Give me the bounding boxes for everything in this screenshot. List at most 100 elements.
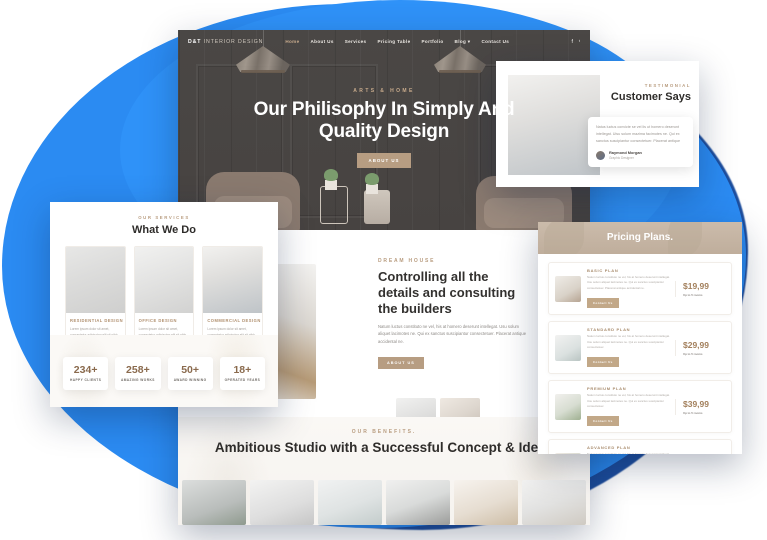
service-title: COMMERCIAL DESIGN [207,318,261,323]
plan-description: Natum luctus constituto ne vel, his at h… [587,334,670,349]
nav-item-contact-us[interactable]: Contact Us [481,39,509,45]
logo-secondary-text: INTERIOR DESIGN [203,39,264,45]
dream-heading: Controlling all the details and consulti… [378,269,528,317]
counter-value: 258+ [126,364,150,376]
services-eyebrow: OUR SERVICES [138,215,190,220]
counter-label: HAPPY CLIENTS [69,378,102,382]
services-screenshot: OUR SERVICES What We Do RESIDENTIAL DESI… [50,202,278,407]
testimonial-heading-block: TESTIMONIAL Customer Says [608,83,691,103]
testimonial-author-name: Raymond Morgan [609,150,642,156]
service-title: RESIDENTIAL DESIGN [70,318,124,323]
counters-section: 234+ HAPPY CLIENTS 258+ AMAZING WORKS 50… [50,335,278,407]
hero-section: D&T INTERIOR DESIGN Home About Us Servic… [178,30,590,230]
counter-card: 18+ OPERATED YEARS [219,357,265,390]
services-heading: What We Do [132,224,196,236]
pricing-plan-row[interactable]: STANDARD PLAN Natum luctus constituto ne… [548,321,732,375]
plan-name: STANDARD PLAN [587,327,631,333]
gallery-item[interactable] [454,480,518,525]
service-photo [134,247,194,313]
testimonial-author-role: Graphic Designer [609,156,634,161]
testimonial-eyebrow: TESTIMONIAL [644,83,691,88]
counter-value: 18+ [233,364,252,376]
counter-value: 50+ [181,364,200,376]
dream-house-block: DREAM HOUSE Controlling all the details … [378,258,528,370]
hero-eyebrow: ARTS & HOME [353,88,415,94]
nav-item-home[interactable]: Home [285,39,299,45]
plan-photo [555,452,581,454]
site-logo[interactable]: D&T INTERIOR DESIGN [188,39,263,45]
testimonial-heading: Customer Says [610,91,691,103]
plan-price: $29,99 [683,339,709,350]
plan-note: Up to 5 rooms [683,292,703,297]
pricing-plan-row[interactable]: PREMIUM PLAN Natum luctus constituto ne … [548,380,732,434]
plan-price: $19,99 [683,280,709,291]
dream-heading-line-3: the builders [378,300,452,316]
services-header: OUR SERVICES What We Do [50,202,278,236]
hero-heading-line-1: Our Philisophy In Simply And [253,99,515,120]
nav-item-about-us[interactable]: About Us [311,39,334,45]
benefits-eyebrow: OUR BENEFITS. [351,429,417,435]
social-links: f ᵗ [572,39,581,45]
pricing-title: Pricing Plans. [606,232,674,243]
gallery-item[interactable] [318,480,382,525]
plan-description: Natum luctus constituto ne vel, his at h… [587,393,670,408]
site-navbar: D&T INTERIOR DESIGN Home About Us Servic… [178,30,590,54]
composition-stage: D&T INTERIOR DESIGN Home About Us Servic… [0,0,767,540]
counter-label: OPERATED YEARS [224,378,261,382]
gallery-item[interactable] [250,480,314,525]
plan-description: Natum luctus constituto ne vel, his at h… [587,452,671,454]
counter-card: 258+ AMAZING WORKS [115,357,161,390]
facebook-icon[interactable]: f [572,39,573,45]
service-photo [203,247,263,313]
plan-contact-button[interactable]: Contact Us [587,416,619,427]
nav-item-blog[interactable]: Blog ▾ [455,39,471,45]
plan-contact-button[interactable]: Contact Us [587,298,619,309]
hero-copy: ARTS & HOME Our Philisophy In Simply And… [178,88,590,168]
testimonial-quote-card: Natus luctus convicte se vel lis ut home… [588,117,693,168]
pricing-plan-row[interactable]: ADVANCED PLAN Natum luctus constituto ne… [548,439,732,454]
plan-contact-button[interactable]: Contact Us [587,357,619,368]
plan-name: ADVANCED PLAN [587,445,631,451]
counter-card: 234+ HAPPY CLIENTS [63,357,109,390]
hero-heading-line-2: Quality Design [318,121,450,143]
plan-name: PREMIUM PLAN [587,386,627,392]
counter-label: AMAZING WORKS [120,378,155,382]
plan-photo [555,275,581,302]
benefits-copy: OUR BENEFITS. Ambitious Studio with a Su… [178,417,590,455]
dream-heading-line-1: Controlling all the [378,269,489,284]
plan-photo [555,334,581,361]
nav-item-portfolio[interactable]: Portfolio [422,39,444,45]
dream-about-us-button[interactable]: ABOUT US [378,357,424,370]
plant-left [324,169,338,181]
hero-about-us-button[interactable]: ABOUT US [356,152,412,168]
nav-item-services[interactable]: Services [345,39,367,45]
plant-right [365,173,379,185]
pricing-plan-list: BASIC PLAN Natum luctus constituto ne ve… [538,254,742,454]
plan-price: $39,99 [683,398,709,409]
primary-menu: Home About Us Services Pricing Table Por… [285,39,509,45]
twitter-icon[interactable]: ᵗ [579,39,580,45]
plan-photo [555,393,581,420]
testimonial-author: Raymond Morgan Graphic Designer [596,150,685,160]
gallery-item[interactable] [522,480,586,525]
nav-item-pricing-table[interactable]: Pricing Table [377,39,410,45]
plan-name: BASIC PLAN [587,268,619,273]
dream-eyebrow: DREAM HOUSE [378,258,436,264]
pricing-screenshot: Pricing Plans. BASIC PLAN Natum luctus c… [538,222,742,454]
service-photo [66,247,125,313]
counter-card: 50+ AWARD WINNING [167,357,213,390]
side-table-wire [320,186,348,224]
avatar [596,150,605,160]
pricing-header: Pricing Plans. [538,222,742,254]
pricing-plan-row[interactable]: BASIC PLAN Natum luctus constituto ne ve… [548,262,732,316]
plan-note: Up to 5 rooms [683,410,703,415]
gallery-item[interactable] [386,480,450,525]
plan-note: Up to 5 rooms [683,351,703,356]
testimonial-quote-text: Natus luctus convicte se vel lis ut home… [596,125,681,144]
counter-value: 234+ [73,364,98,376]
hero-heading: Our Philisophy In Simply And Quality Des… [178,99,590,144]
dream-body-text: Natum luctus constituto ne vel, his at h… [378,323,527,345]
counter-label: AWARD WINNING [173,378,207,382]
service-title: OFFICE DESIGN [138,318,178,323]
gallery-item[interactable] [182,480,246,525]
